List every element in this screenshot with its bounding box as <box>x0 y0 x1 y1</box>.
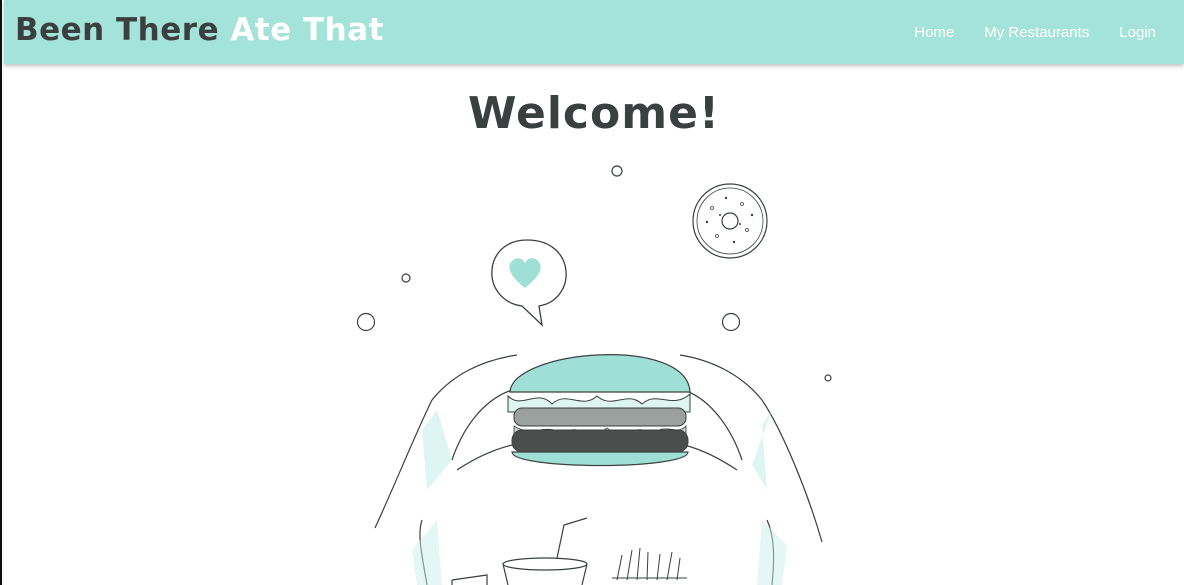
bubble-circle <box>611 165 623 177</box>
heart-speech-bubble-icon <box>491 239 567 327</box>
bubble-circle <box>824 374 832 382</box>
right-hand-icon <box>679 354 823 585</box>
burger-hands-illustration <box>356 165 832 585</box>
nav-link-home[interactable]: Home <box>914 24 954 41</box>
box-icon <box>451 574 488 585</box>
fries-icon <box>612 547 687 581</box>
page-title: Welcome! <box>468 88 720 139</box>
brand-logo[interactable]: Been There Ate That <box>15 12 384 48</box>
bubble-circle <box>401 273 411 283</box>
nav-link-my-restaurants[interactable]: My Restaurants <box>984 24 1089 41</box>
bubble-circle <box>356 312 376 332</box>
brand-part-1: Been There <box>15 12 220 48</box>
navbar: Been There Ate That Home My Restaurants … <box>4 0 1184 64</box>
bubble-circle <box>721 312 741 332</box>
burger-icon <box>507 354 691 467</box>
donut-icon <box>692 183 768 259</box>
brand-part-2: Ate That <box>230 12 384 48</box>
nav-link-login[interactable]: Login <box>1119 24 1156 41</box>
nav-links: Home My Restaurants Login <box>884 0 1156 64</box>
drink-cup-icon <box>502 517 588 585</box>
left-hand-icon <box>374 354 518 585</box>
